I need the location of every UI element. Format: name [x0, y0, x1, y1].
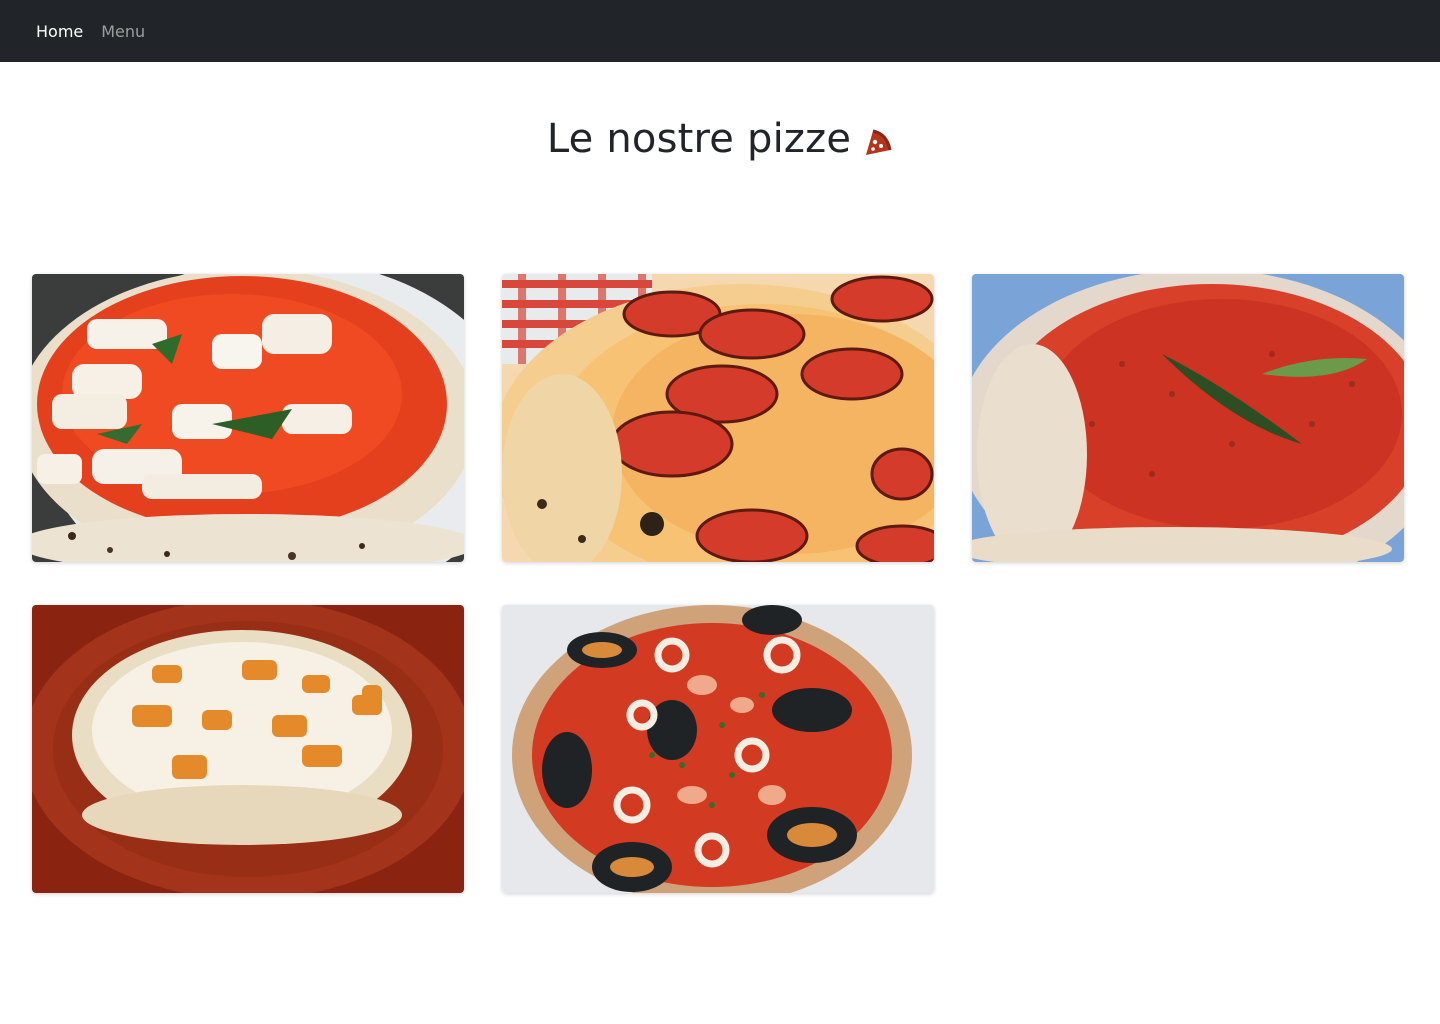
pizza-card-salame[interactable] — [502, 274, 934, 562]
pizza-marinara-image — [972, 274, 1404, 562]
pizza-margherita-image — [32, 274, 464, 562]
pizza-card-marinara[interactable] — [972, 274, 1404, 562]
nav-link-menu[interactable]: Menu — [101, 22, 145, 41]
pizza-bianca-image — [32, 605, 464, 893]
page-title: Le nostre pizze — [546, 116, 852, 162]
pizza-card-margherita[interactable] — [32, 274, 464, 562]
navbar: Home Menu — [0, 0, 1440, 62]
pizza-card-bianca[interactable] — [32, 605, 464, 893]
pizza-slice-icon — [866, 129, 892, 155]
nav-link-home[interactable]: Home — [36, 22, 83, 41]
pizza-card-frutti-di-mare[interactable] — [502, 605, 934, 893]
pizza-frutti-di-mare-image — [502, 605, 934, 893]
page-header: Le nostre pizze — [0, 116, 1440, 162]
pizza-salame-image — [502, 274, 934, 562]
